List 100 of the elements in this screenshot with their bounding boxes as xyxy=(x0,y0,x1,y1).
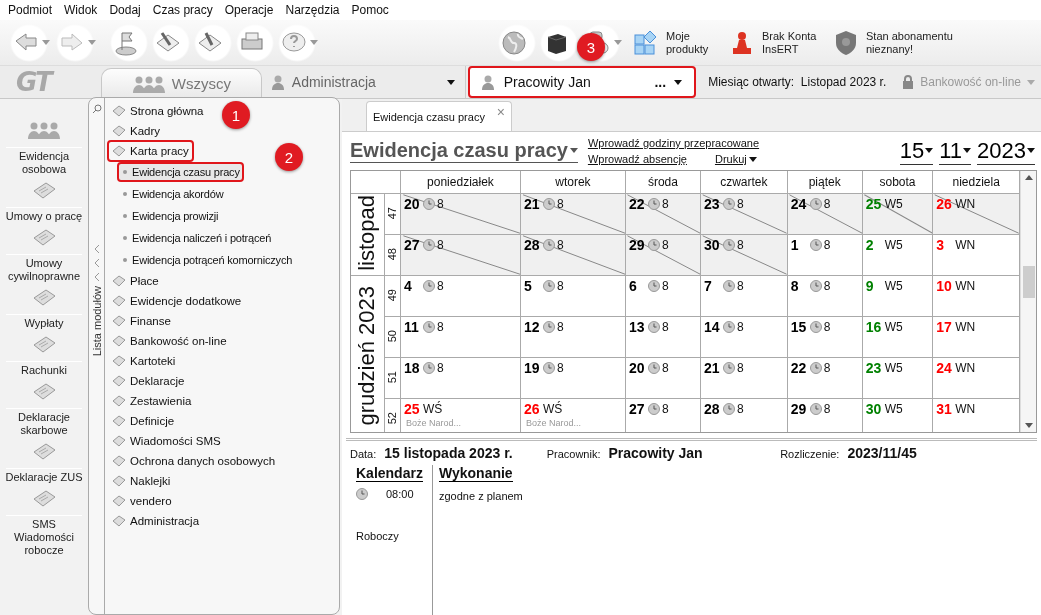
day-cell[interactable]: 27 8 xyxy=(400,234,521,276)
module-item[interactable]: Definicje xyxy=(107,410,180,432)
toolbar-link-button[interactable]: Stan abonamentu nieznany! xyxy=(828,22,960,63)
module-item[interactable]: Kadry xyxy=(107,120,166,142)
module-shortcut[interactable]: Deklaracje ZUS xyxy=(0,442,88,487)
submodule-item[interactable]: Ewidencja potrąceń komorniczych xyxy=(117,250,297,270)
day-cell[interactable]: 20 8 xyxy=(400,193,521,235)
day-cell[interactable]: 31 WN xyxy=(932,398,1020,432)
group-tab[interactable]: Wszyscy xyxy=(101,68,262,98)
box-button[interactable] xyxy=(540,23,578,62)
module-item[interactable]: Karta pracy xyxy=(107,140,194,162)
day-cell[interactable]: 10 WN xyxy=(932,275,1020,317)
toolbar-link-button[interactable]: Brak Konta InsERT xyxy=(724,22,824,63)
document-tab[interactable]: Ewidencja czasu pracy × xyxy=(366,101,512,131)
day-cell[interactable]: 24 WN xyxy=(932,357,1020,399)
module-item[interactable]: Wiadomości SMS xyxy=(107,430,226,452)
day-cell[interactable]: 9 W5 xyxy=(862,275,933,317)
toolbar-link-button[interactable]: Moje produkty xyxy=(628,22,720,63)
day-cell[interactable]: 21 8 xyxy=(520,193,626,235)
day-cell[interactable]: 19 8 xyxy=(520,357,626,399)
day-cell[interactable]: 20 8 xyxy=(625,357,701,399)
day-cell[interactable]: 24 8 xyxy=(787,193,863,235)
date-dropdown[interactable]: 2023 xyxy=(977,137,1035,165)
submodule-item[interactable]: Ewidencja prowizji xyxy=(117,206,223,226)
forward-button[interactable] xyxy=(56,23,98,62)
module-item[interactable]: Ewidencje dodatkowe xyxy=(107,290,247,312)
day-cell[interactable]: 16 W5 xyxy=(862,316,933,358)
employee-dropdown[interactable]: Pracowity Jan ... xyxy=(467,66,697,98)
day-cell[interactable]: 30 8 xyxy=(700,234,788,276)
menu-item[interactable]: Podmiot xyxy=(2,3,59,17)
day-cell[interactable]: 5 8 xyxy=(520,275,626,317)
module-item[interactable]: Ochrona danych osobowych xyxy=(107,450,281,472)
day-cell[interactable]: 3 WN xyxy=(932,234,1020,276)
day-cell[interactable]: 23 8 xyxy=(700,193,788,235)
day-cell[interactable]: 29 8 xyxy=(787,398,863,432)
module-item[interactable]: Administracja xyxy=(107,510,205,532)
module-item[interactable]: Naklejki xyxy=(107,470,176,492)
approve-button[interactable] xyxy=(194,23,232,62)
print-button[interactable] xyxy=(236,23,274,62)
day-cell[interactable]: 4 8 xyxy=(400,275,521,317)
day-cell[interactable]: 6 8 xyxy=(625,275,701,317)
day-cell[interactable]: 22 8 xyxy=(625,193,701,235)
day-cell[interactable]: 26 WŚ Boże Narod... xyxy=(520,398,626,432)
day-cell[interactable]: 14 8 xyxy=(700,316,788,358)
submodule-item[interactable]: Ewidencja czasu pracy xyxy=(117,162,244,182)
module-shortcut[interactable]: Wypłaty xyxy=(0,288,88,333)
module-item[interactable]: Zestawienia xyxy=(107,390,197,412)
module-item[interactable]: Bankowość on-line xyxy=(107,330,232,352)
enter-absence-link[interactable]: Wprowadź absencję xyxy=(587,153,687,165)
print-dropdown[interactable]: Drukuj xyxy=(714,153,757,165)
module-item[interactable]: vendero xyxy=(107,490,177,512)
flag-button[interactable] xyxy=(110,23,148,62)
day-cell[interactable]: 8 8 xyxy=(787,275,863,317)
module-item[interactable]: Deklaracje xyxy=(107,370,190,392)
date-dropdown[interactable]: 11 xyxy=(939,137,972,165)
day-cell[interactable]: 15 8 xyxy=(787,316,863,358)
view-title-dropdown[interactable]: Ewidencja czasu pracy xyxy=(350,139,578,163)
day-cell[interactable]: 23 W5 xyxy=(862,357,933,399)
module-shortcut[interactable]: Deklaracje skarbowe xyxy=(0,382,88,440)
day-cell[interactable]: 30 W5 xyxy=(862,398,933,432)
day-cell[interactable]: 28 8 xyxy=(520,234,626,276)
menu-item[interactable]: Pomoc xyxy=(345,3,395,17)
module-shortcut[interactable]: SMS Wiadomości robocze xyxy=(0,489,88,560)
day-cell[interactable]: 26 WN xyxy=(932,193,1020,235)
day-cell[interactable]: 18 8 xyxy=(400,357,521,399)
module-item[interactable]: Finanse xyxy=(107,310,176,332)
day-cell[interactable]: 13 8 xyxy=(625,316,701,358)
submodule-item[interactable]: Ewidencja akordów xyxy=(117,184,228,204)
day-cell[interactable]: 17 WN xyxy=(932,316,1020,358)
module-shortcut[interactable]: Ewidencja osobowa xyxy=(0,121,88,179)
module-item[interactable]: Strona główna xyxy=(107,100,209,122)
module-shortcut[interactable]: Umowy cywilnoprawne xyxy=(0,228,88,286)
day-cell[interactable]: 22 8 xyxy=(787,357,863,399)
close-button[interactable]: × xyxy=(496,103,505,120)
module-item[interactable]: Płace xyxy=(107,270,164,292)
day-cell[interactable]: 29 8 xyxy=(625,234,701,276)
day-cell[interactable]: 21 8 xyxy=(700,357,788,399)
edit-button[interactable] xyxy=(152,23,190,62)
help-button[interactable] xyxy=(278,23,320,62)
day-cell[interactable]: 1 8 xyxy=(787,234,863,276)
module-item[interactable]: Kartoteki xyxy=(107,350,181,372)
menu-item[interactable]: Operacje xyxy=(218,3,280,17)
menu-item[interactable]: Narzędzia xyxy=(279,3,346,17)
day-cell[interactable]: 25 WŚ Boże Narod... xyxy=(400,398,521,432)
day-cell[interactable]: 25 W5 xyxy=(862,193,933,235)
day-cell[interactable]: 7 8 xyxy=(700,275,788,317)
menu-item[interactable]: Dodaj xyxy=(103,3,147,17)
scroll-thumb[interactable] xyxy=(1022,265,1035,298)
day-cell[interactable]: 27 8 xyxy=(625,398,701,432)
day-cell[interactable]: 12 8 xyxy=(520,316,626,358)
enter-hours-link[interactable]: Wprowadź godziny przepracowane xyxy=(587,137,760,149)
module-shortcut[interactable]: Rachunki xyxy=(0,335,88,380)
menu-item[interactable]: Widok xyxy=(58,3,104,17)
day-cell[interactable]: 11 8 xyxy=(400,316,521,358)
menu-item[interactable]: Czas pracy xyxy=(146,3,219,17)
day-cell[interactable]: 2 W5 xyxy=(862,234,933,276)
module-shortcut[interactable]: Umowy o pracę xyxy=(0,181,88,226)
submodule-item[interactable]: Ewidencja naliczeń i potrąceń xyxy=(117,228,276,248)
scrollbar[interactable] xyxy=(1020,171,1036,432)
day-cell[interactable]: 28 8 xyxy=(700,398,788,432)
